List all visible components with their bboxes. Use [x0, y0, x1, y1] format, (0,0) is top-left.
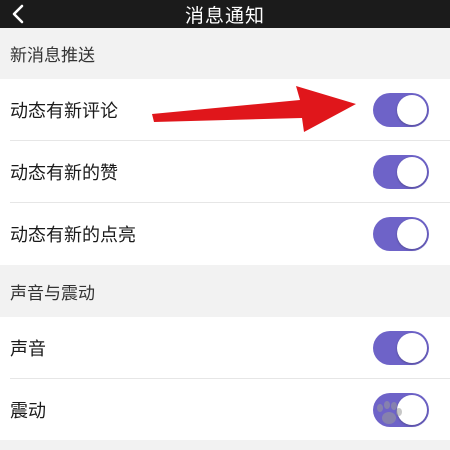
setting-label: 震动	[10, 401, 46, 422]
new-comment-toggle[interactable]	[373, 93, 429, 127]
toggle-knob	[397, 219, 427, 249]
setting-row-sound: 声音	[0, 317, 450, 379]
chevron-left-icon	[12, 4, 24, 24]
page-title: 消息通知	[184, 4, 265, 27]
setting-label: 声音	[10, 339, 46, 360]
setting-label: 动态有新的点亮	[10, 225, 136, 246]
toggle-knob	[397, 95, 427, 125]
section-title: 声音与震动	[10, 283, 95, 304]
setting-row-new-like: 动态有新的赞	[0, 141, 450, 203]
setting-row-new-highlight: 动态有新的点亮	[0, 203, 450, 265]
setting-label: 动态有新评论	[10, 101, 118, 122]
section-title: 新消息推送	[10, 46, 95, 66]
setting-row-vibration: 震动	[0, 379, 450, 441]
setting-label: 动态有新的赞	[10, 163, 118, 184]
setting-row-new-comment: 动态有新评论	[0, 79, 450, 141]
section-header-sound-vibration: 声音与震动	[0, 265, 450, 317]
new-like-toggle[interactable]	[373, 155, 429, 189]
toggle-knob	[397, 157, 427, 187]
sound-toggle[interactable]	[373, 331, 429, 365]
toggle-knob	[397, 333, 427, 363]
section-header-new-message-push: 新消息推送	[0, 28, 450, 79]
top-bar: 消息通知	[0, 0, 450, 28]
toggle-knob	[397, 395, 427, 425]
new-highlight-toggle[interactable]	[373, 217, 429, 251]
bottom-section-strip	[0, 440, 450, 450]
back-button[interactable]	[6, 2, 30, 26]
vibration-toggle[interactable]	[373, 393, 429, 427]
